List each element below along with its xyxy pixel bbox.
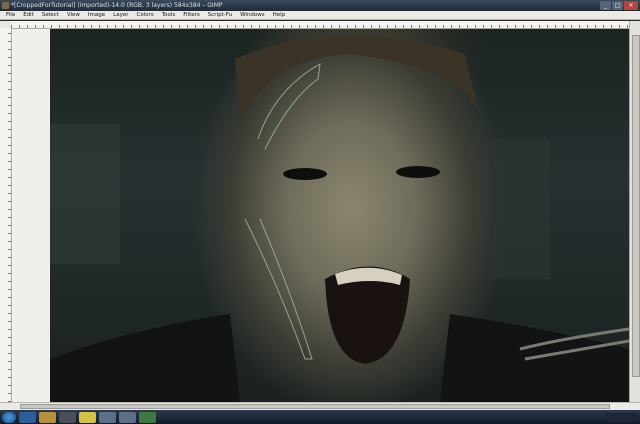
start-orb-icon[interactable]: [2, 411, 16, 423]
window-left: [50, 124, 120, 264]
vertical-scrollbar[interactable]: [629, 21, 640, 402]
menu-windows[interactable]: Windows: [240, 11, 265, 19]
system-tray[interactable]: [605, 412, 637, 422]
media-icon[interactable]: [59, 411, 76, 423]
shirt-left: [50, 314, 240, 402]
photo-layer: [50, 35, 629, 402]
left-eye: [283, 168, 327, 180]
title-bar: *[CroppedForTutorial] (imported)-14.0 (R…: [0, 0, 640, 11]
gimp-icon: [2, 2, 9, 9]
gimp-icon[interactable]: [99, 411, 116, 423]
image-icon[interactable]: [119, 411, 136, 423]
horizontal-scroll-thumb[interactable]: [20, 404, 610, 409]
menu-help[interactable]: Help: [273, 11, 286, 19]
ie-icon[interactable]: [19, 411, 36, 423]
image-canvas[interactable]: [50, 29, 629, 402]
window-title: *[CroppedForTutorial] (imported)-14.0 (R…: [11, 2, 223, 9]
horizontal-ruler[interactable]: [11, 21, 629, 29]
taskbar: [0, 410, 640, 424]
menu-file[interactable]: File: [6, 11, 15, 19]
folder-icon[interactable]: [39, 411, 56, 423]
menu-bar: File Edit Select View Image Layer Colors…: [0, 11, 640, 20]
path-selection-cheek[interactable]: [244, 218, 313, 360]
notes-icon[interactable]: [79, 411, 96, 423]
hair: [235, 35, 480, 130]
right-eye: [396, 166, 440, 178]
gimp-toolbox-icon[interactable]: [139, 411, 156, 423]
minimize-button[interactable]: _: [600, 1, 611, 10]
maximize-button[interactable]: □: [612, 1, 623, 10]
menu-tools[interactable]: Tools: [162, 11, 176, 19]
window-right: [490, 139, 550, 279]
menu-filters[interactable]: Filters: [183, 11, 200, 19]
menu-image[interactable]: Image: [88, 11, 105, 19]
menu-edit[interactable]: Edit: [23, 11, 34, 19]
vertical-scroll-thumb[interactable]: [632, 35, 640, 377]
menu-colors[interactable]: Colors: [136, 11, 153, 19]
close-button[interactable]: ✕: [624, 1, 638, 10]
menu-script-fu[interactable]: Script-Fu: [208, 11, 232, 19]
menu-select[interactable]: Select: [42, 11, 59, 19]
vertical-ruler[interactable]: [0, 28, 12, 402]
menu-layer[interactable]: Layer: [113, 11, 128, 19]
menu-view[interactable]: View: [67, 11, 80, 19]
canvas-area[interactable]: [12, 29, 629, 402]
